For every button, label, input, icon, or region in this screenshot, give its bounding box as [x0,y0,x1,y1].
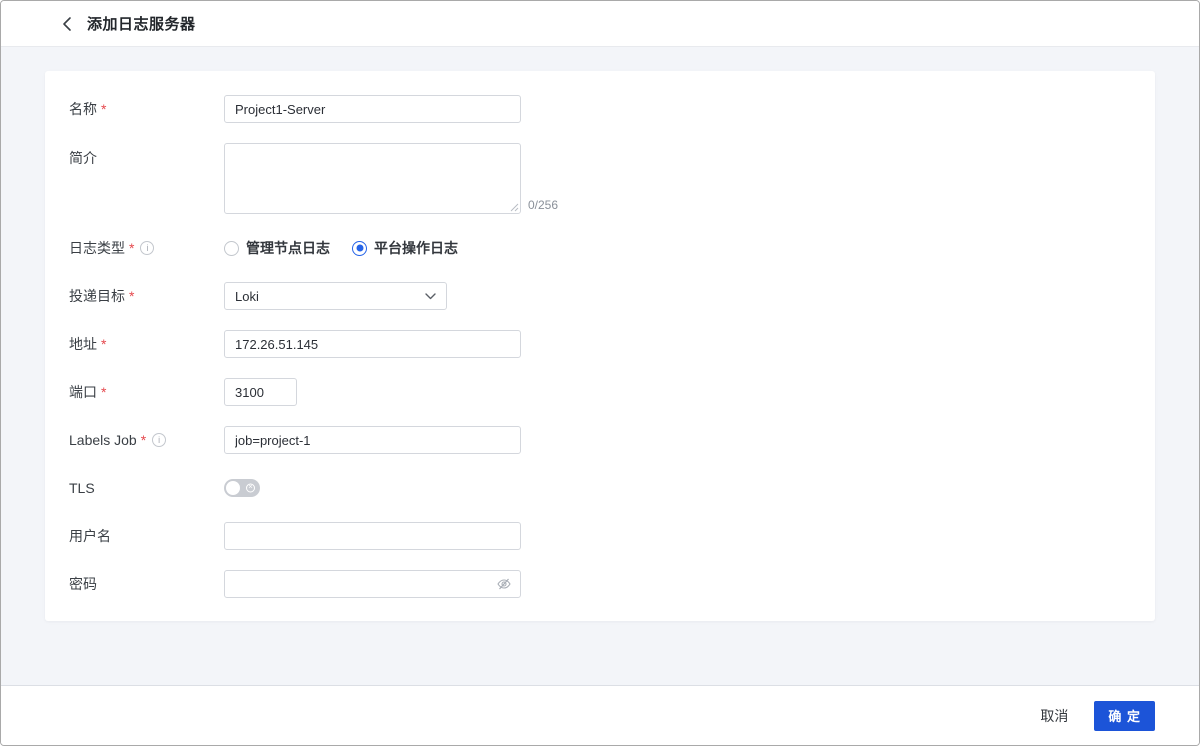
resize-grip-icon[interactable] [509,202,519,212]
required-asterisk: * [140,432,147,448]
info-icon[interactable]: i [152,433,167,447]
address-label: 地址 * [69,336,107,352]
page-content: 名称* 简介 0/256 [1,47,1199,685]
form-row-log-type: 日志类型 * i 管理节点日志 平台操作日志 [69,234,1131,262]
cancel-button[interactable]: 取消 [1040,706,1068,726]
log-type-radio-group: 管理节点日志 平台操作日志 [224,238,458,258]
radio-platform-operation-log[interactable]: 平台操作日志 [352,238,458,258]
labels-job-input[interactable] [224,426,521,454]
required-asterisk: * [101,384,107,400]
name-input[interactable] [224,95,521,123]
confirm-button[interactable]: 确 定 [1094,700,1155,731]
target-select-value: Loki [235,288,259,304]
required-asterisk: * [129,240,135,256]
required-asterisk: * [101,101,107,117]
back-button[interactable] [57,14,77,34]
tls-toggle[interactable]: ✕ [224,479,260,497]
toggle-knob [226,481,240,495]
form-row-labels-job: Labels Job * i [69,426,1131,454]
description-textarea[interactable] [224,143,521,214]
form-row-username: 用户名 [69,522,1131,550]
chevron-down-icon [425,292,436,299]
radio-circle-icon [352,240,367,256]
port-input[interactable] [224,378,297,406]
form-row-target: 投递目标 * Loki [69,282,1131,310]
form-row-port: 端口 * [69,378,1131,406]
add-log-server-page: 添加日志服务器 名称* 简介 [0,0,1200,746]
eye-slash-icon[interactable] [496,576,512,592]
tls-label: TLS [69,480,95,496]
username-input[interactable] [224,522,521,550]
radio-circle-icon [224,240,239,256]
password-input[interactable] [224,570,521,598]
form-row-address: 地址 * [69,330,1131,358]
toggle-off-icon: ✕ [246,483,255,493]
labels-job-label: Labels Job * i [69,432,224,448]
page-header: 添加日志服务器 [1,1,1199,47]
target-select[interactable]: Loki [224,282,447,310]
target-label: 投递目标 * [69,288,135,304]
address-input[interactable] [224,330,521,358]
password-label: 密码 [69,576,97,592]
radio-management-node-log[interactable]: 管理节点日志 [224,238,330,258]
form-row-description: 简介 0/256 [69,143,1131,214]
form-row-password: 密码 [69,570,1131,598]
required-asterisk: * [129,288,135,304]
log-type-label: 日志类型 * i [69,238,224,258]
form-card: 名称* 简介 0/256 [45,71,1155,621]
chevron-left-icon [63,16,71,31]
description-label: 简介 [69,150,97,166]
required-asterisk: * [101,336,107,352]
name-label: 名称 * [69,101,107,117]
info-icon[interactable]: i [140,241,155,255]
port-label: 端口 * [69,384,107,400]
char-counter: 0/256 [528,198,559,212]
page-title: 添加日志服务器 [87,16,196,33]
form-row-name: 名称 * [69,95,1131,123]
footer-bar: 取消 确 定 [1,685,1199,745]
form-row-tls: TLS ✕ [69,474,1131,502]
username-label: 用户名 [69,528,111,544]
